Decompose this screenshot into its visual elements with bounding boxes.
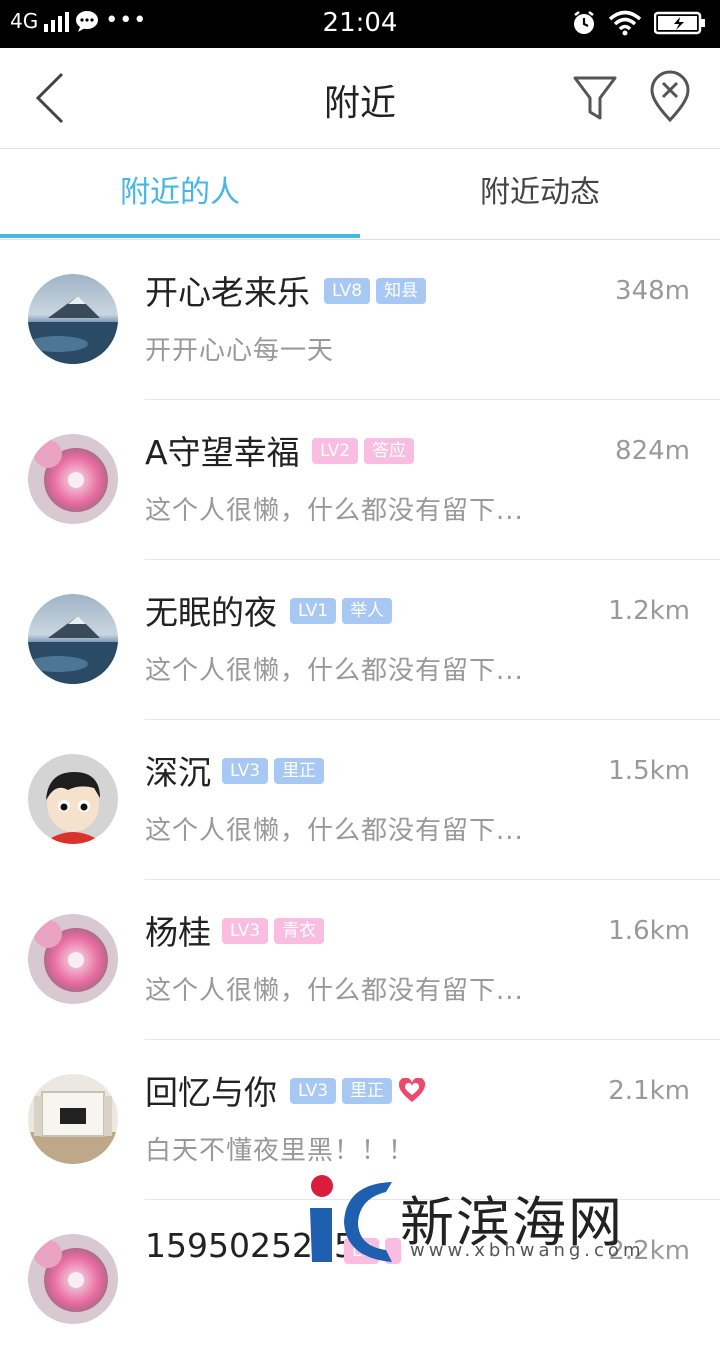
level-badge: LV8 — [324, 278, 371, 304]
battery-icon — [654, 11, 705, 35]
user-badges: LV3 里正 — [290, 1078, 426, 1104]
signature: 白天不懂夜里黑！！！ — [145, 1136, 416, 1166]
active-tab-indicator — [0, 234, 360, 238]
user-name: 深沉 — [145, 753, 211, 792]
title-badge: 答应 — [364, 438, 415, 464]
level-badge: LV3 — [290, 1078, 337, 1104]
avatar — [28, 754, 118, 844]
avatar — [28, 434, 118, 524]
list-item[interactable]: 深沉 LV3 里正 1.5km 这个人很懒，什么都没有留下... — [0, 720, 720, 880]
user-name: 无眠的夜 — [145, 593, 277, 632]
list-item[interactable]: 开心老来乐 LV8 知县 348m 开开心心每一天 — [0, 240, 720, 400]
distance: 824m — [615, 436, 690, 466]
signature: 这个人很懒，什么都没有留下... — [145, 976, 524, 1006]
distance: 1.6km — [608, 916, 690, 946]
distance: 1.2km — [608, 596, 690, 626]
user-badges: LV3 青衣 — [222, 918, 325, 944]
location-clear-icon — [650, 70, 690, 123]
tab-bar: 附近的人 附近动态 — [0, 149, 720, 240]
level-badge: LV3 — [222, 918, 269, 944]
title-badge: 青衣 — [274, 918, 325, 944]
user-badges: LV3 里正 — [222, 758, 325, 784]
avatar — [28, 1234, 118, 1324]
avatar — [28, 274, 118, 364]
distance: 1.5km — [608, 756, 690, 786]
user-badges: LV2 答应 — [312, 438, 415, 464]
list-item[interactable]: 无眠的夜 LV1 举人 1.2km 这个人很懒，什么都没有留下... — [0, 560, 720, 720]
watermark: 新滨海网 www.xbhwang.com — [300, 1170, 720, 1280]
user-badges: LV1 举人 — [290, 598, 393, 624]
status-bar: 4G ••• 21:04 — [0, 0, 720, 48]
filter-button[interactable] — [570, 70, 620, 126]
level-badge: LV3 — [222, 758, 269, 784]
avatar — [28, 914, 118, 1004]
level-badge: LV2 — [312, 438, 359, 464]
title-badge: 里正 — [342, 1078, 393, 1104]
distance: 2.1km — [608, 1076, 690, 1106]
list-item[interactable]: A守望幸福 LV2 答应 824m 这个人很懒，什么都没有留下... — [0, 400, 720, 560]
user-name: 杨桂 — [145, 913, 211, 952]
user-name: A守望幸福 — [145, 433, 300, 472]
alarm-icon — [574, 11, 594, 34]
filter-icon — [573, 76, 617, 120]
navigation-bar: 附近 — [0, 48, 720, 149]
heart-icon — [399, 1078, 426, 1102]
tab-nearby-people[interactable]: 附近的人 — [0, 149, 360, 237]
clear-location-button[interactable] — [645, 70, 695, 126]
title-badge: 举人 — [342, 598, 393, 624]
title-badge: 知县 — [376, 278, 427, 304]
level-badge: LV1 — [290, 598, 337, 624]
signature: 这个人很懒，什么都没有留下... — [145, 496, 524, 526]
avatar — [28, 1074, 118, 1164]
watermark-url: www.xbhwang.com — [410, 1240, 645, 1261]
user-badges: LV8 知县 — [324, 278, 427, 304]
tab-nearby-activity[interactable]: 附近动态 — [360, 149, 720, 237]
distance: 348m — [615, 276, 690, 306]
title-badge: 里正 — [274, 758, 325, 784]
avatar — [28, 594, 118, 684]
user-name: 开心老来乐 — [145, 273, 310, 312]
watermark-logo — [310, 1175, 392, 1262]
user-name: 回忆与你 — [145, 1073, 277, 1112]
signature: 这个人很懒，什么都没有留下... — [145, 816, 524, 846]
signature: 这个人很懒，什么都没有留下... — [145, 656, 524, 686]
list-item[interactable]: 杨桂 LV3 青衣 1.6km 这个人很懒，什么都没有留下... — [0, 880, 720, 1040]
wifi-icon — [608, 10, 642, 36]
signature: 开开心心每一天 — [145, 336, 335, 366]
